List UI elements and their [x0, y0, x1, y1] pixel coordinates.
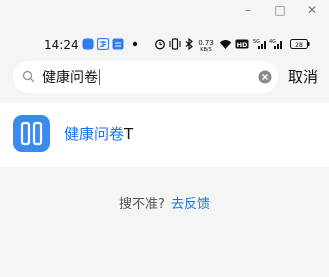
dot-icon: [132, 41, 138, 47]
feedback-link[interactable]: 去反馈: [171, 197, 210, 212]
wifi-icon: [219, 40, 232, 49]
health-survey-app-icon: [13, 115, 50, 152]
search-result-item[interactable]: 健康问卷T: [0, 103, 329, 167]
hd-icon: HD: [235, 39, 249, 49]
status-time: 14:24: [44, 38, 79, 52]
search-row: 健康问卷 取消: [0, 57, 329, 97]
alipay-box-icon: [112, 38, 124, 50]
vibrate-icon: [169, 38, 181, 50]
svg-text:HD: HD: [237, 41, 248, 49]
svg-text:5G: 5G: [253, 39, 260, 45]
alipay-icon: [97, 38, 109, 50]
text-cursor: [99, 69, 100, 85]
result-title-highlight: 健康问卷: [64, 125, 125, 143]
search-box[interactable]: 健康问卷: [13, 61, 278, 93]
clear-icon[interactable]: [258, 70, 272, 84]
cancel-button[interactable]: 取消: [288, 65, 318, 89]
search-icon: [22, 70, 35, 83]
maximize-icon[interactable]: □: [272, 2, 288, 18]
bluetooth-icon: [185, 38, 193, 50]
signal-5g-icon: 5G: [253, 39, 266, 49]
battery-level: 28: [295, 42, 303, 49]
close-icon[interactable]: ✕: [304, 2, 320, 18]
search-input[interactable]: 健康问卷: [42, 68, 100, 88]
feedback-question: 搜不准?: [119, 197, 165, 212]
minimize-icon[interactable]: –: [240, 2, 256, 18]
search-query: 健康问卷: [42, 70, 98, 86]
result-title-rest: T: [124, 125, 134, 143]
feedback-row: 搜不准? 去反馈: [0, 196, 329, 214]
app-notification-icon: [82, 38, 94, 50]
alarm-icon: [155, 39, 165, 50]
window-title-bar: – □ ✕: [0, 0, 329, 20]
svg-text:4G: 4G: [269, 39, 276, 45]
status-bar: 14:24 0.73 KB/S HD 5G 4G 28: [0, 30, 329, 60]
network-speed-unit: KB/S: [200, 47, 212, 53]
result-title: 健康问卷T: [64, 123, 133, 145]
signal-4g-icon: 4G: [269, 39, 282, 49]
